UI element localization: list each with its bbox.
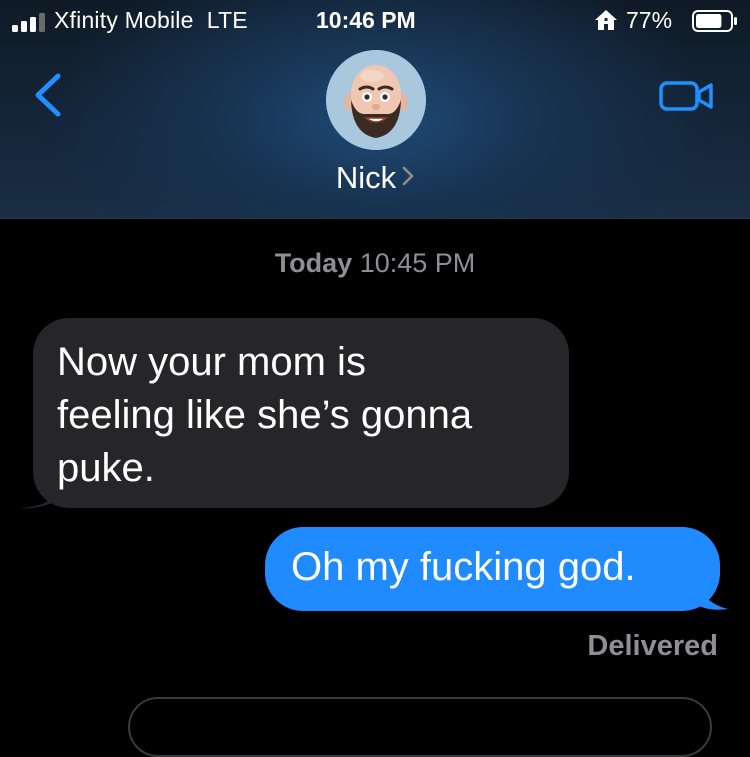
received-message-line: Now your mom is bbox=[57, 340, 366, 384]
contact-name-button[interactable]: Nick bbox=[0, 160, 750, 196]
chevron-right-icon bbox=[402, 166, 414, 186]
received-message-bubble[interactable]: Now your mom is feeling like she’s gonna… bbox=[33, 318, 569, 508]
conversation-header: Xfinity Mobile LTE 10:46 PM 77% Nick bbox=[0, 0, 750, 219]
message-input-field[interactable] bbox=[128, 697, 712, 757]
contact-name: Nick bbox=[335, 160, 397, 195]
home-icon bbox=[595, 10, 617, 30]
battery-icon bbox=[692, 10, 737, 32]
battery-percent: 77% bbox=[626, 7, 673, 33]
received-message-line: feeling like she’s gonna bbox=[57, 393, 473, 437]
video-camera-icon[interactable] bbox=[658, 78, 716, 114]
status-bar: Xfinity Mobile LTE 10:46 PM 77% bbox=[0, 0, 750, 42]
timestamp-day: Today bbox=[274, 248, 353, 278]
status-time: 10:46 PM bbox=[316, 7, 416, 33]
network-type: LTE bbox=[206, 7, 248, 33]
timestamp-time: 10:45 PM bbox=[359, 248, 476, 278]
signal-icon bbox=[12, 12, 46, 32]
carrier-label: Xfinity Mobile LTE bbox=[54, 7, 248, 33]
delivery-status: Delivered bbox=[587, 630, 718, 662]
memoji-avatar[interactable] bbox=[326, 50, 426, 150]
sent-message-text: Oh my fucking god. bbox=[291, 545, 636, 589]
received-message-line: puke. bbox=[57, 446, 155, 490]
back-chevron-icon[interactable] bbox=[28, 72, 68, 118]
message-timestamp: Today 10:45 PM bbox=[0, 248, 750, 279]
sent-message-bubble[interactable]: Oh my fucking god. bbox=[265, 527, 720, 611]
